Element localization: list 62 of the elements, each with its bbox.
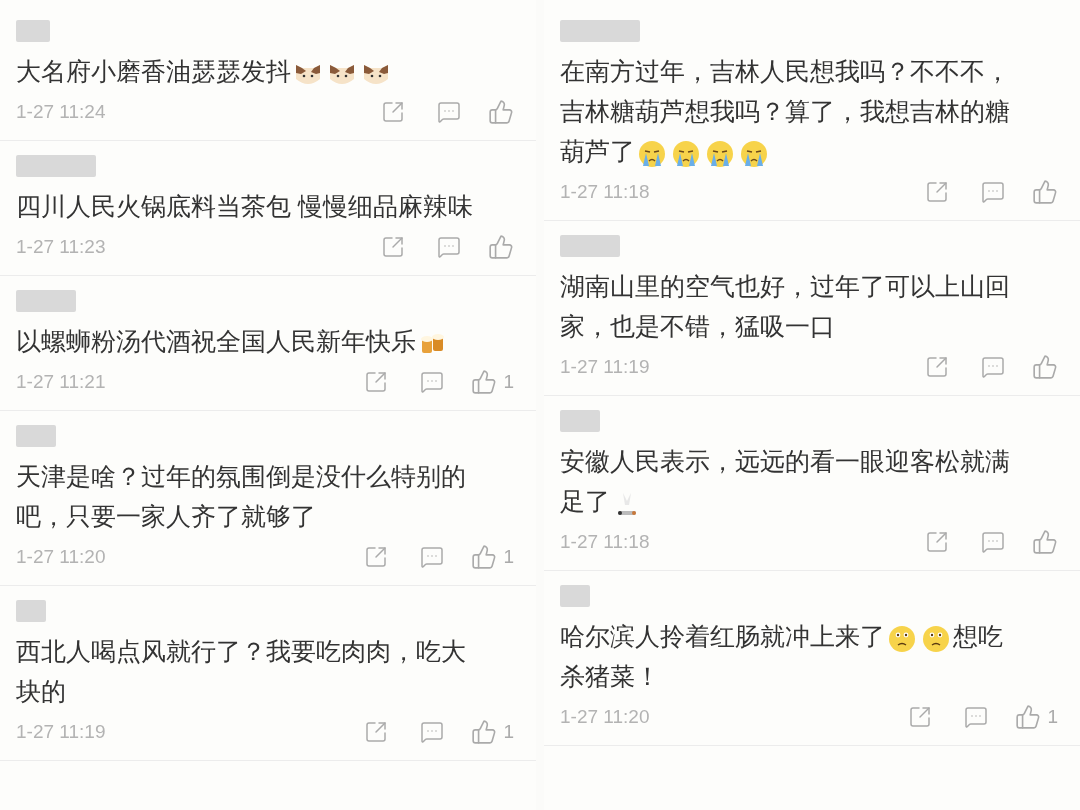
- sad-face-emoji: [887, 623, 917, 654]
- thumbs-up-icon: [471, 544, 498, 570]
- redacted-name: [560, 410, 600, 432]
- square-arrow-icon: [381, 235, 405, 259]
- comment-icon: [437, 100, 461, 124]
- redacted-name: [16, 600, 46, 622]
- thumbs-up-icon: [1015, 704, 1042, 730]
- redacted-name: [560, 585, 590, 607]
- square-arrow-icon: [364, 720, 389, 744]
- comment-time: 1-27 11:19: [16, 719, 107, 744]
- like-button[interactable]: 1: [471, 717, 520, 747]
- sad-face-emoji: [921, 623, 951, 654]
- redacted-name: [16, 290, 76, 312]
- thumbs-up-icon: [471, 719, 498, 745]
- square-arrow-icon: [381, 100, 405, 124]
- thumbs-up-icon: [488, 234, 514, 260]
- comment-text: 四川人民火锅底料当茶包 慢慢细品麻辣味: [16, 192, 474, 222]
- comment-icon: [420, 370, 445, 394]
- comment-text: 安徽人民表示，远远的看一眼迎客松就满足了: [560, 442, 1064, 522]
- square-arrow-icon: [908, 705, 933, 729]
- thumbs-up-icon: [471, 369, 498, 395]
- comment-text: 西北人喝点风就行了？我要吃肉肉，吃大块的: [16, 637, 467, 707]
- comment-icon: [981, 180, 1005, 204]
- crying-face-emoji: [637, 138, 667, 169]
- comment-text: 在南方过年，吉林人民想我吗？不不不，吉林糖葫芦想我吗？算了，我想吉林的糖葫芦了: [560, 52, 1064, 172]
- comment-time: 1-27 11:18: [560, 529, 651, 554]
- comment-time: 1-27 11:20: [560, 704, 651, 729]
- thumbs-up-icon: [488, 99, 514, 125]
- redacted-name: [560, 235, 620, 257]
- comment-icon: [420, 720, 445, 744]
- square-arrow-icon: [364, 545, 389, 569]
- like-button[interactable]: 1: [1015, 702, 1064, 732]
- square-arrow-icon: [925, 355, 949, 379]
- comment-time: 1-27 11:19: [560, 354, 651, 379]
- crying-face-emoji: [739, 138, 769, 169]
- comment-time: 1-27 11:24: [16, 99, 107, 124]
- comment-time: 1-27 11:21: [16, 369, 107, 394]
- square-arrow-icon: [925, 530, 949, 554]
- comment-time: 1-27 11:20: [16, 544, 107, 569]
- comment-text: 大名府小磨香油瑟瑟发抖: [16, 52, 520, 92]
- like-button[interactable]: 1: [471, 367, 520, 397]
- like-button[interactable]: 1: [471, 542, 520, 572]
- square-arrow-icon: [925, 180, 949, 204]
- redacted-name: [16, 20, 50, 42]
- comment-icon: [981, 530, 1005, 554]
- crying-face-emoji: [705, 138, 735, 169]
- comment-icon: [420, 545, 445, 569]
- redacted-name: [16, 425, 56, 447]
- comment-text: 哈尔滨人拎着红肠就冲上来了 想吃杀猪菜！: [560, 622, 1004, 692]
- thumbs-up-icon: [1032, 179, 1058, 205]
- square-arrow-icon: [364, 370, 389, 394]
- comment-icon: [437, 235, 461, 259]
- crying-face-emoji: [671, 138, 701, 169]
- comment-text: 以螺蛳粉汤代酒祝全国人民新年快乐: [16, 322, 520, 362]
- thumbs-up-icon: [1032, 354, 1058, 380]
- comment-icon: [964, 705, 989, 729]
- thumbs-up-icon: [1032, 529, 1058, 555]
- comment-time: 1-27 11:18: [560, 179, 651, 204]
- comment-time: 1-27 11:23: [16, 234, 107, 259]
- comment-text: 湖南山里的空气也好，过年了可以上山回家，也是不错，猛吸一口: [560, 272, 1011, 342]
- comment-icon: [981, 355, 1005, 379]
- comment-text: 天津是啥？过年的氛围倒是没什么特别的吧，只要一家人齐了就够了: [16, 462, 467, 532]
